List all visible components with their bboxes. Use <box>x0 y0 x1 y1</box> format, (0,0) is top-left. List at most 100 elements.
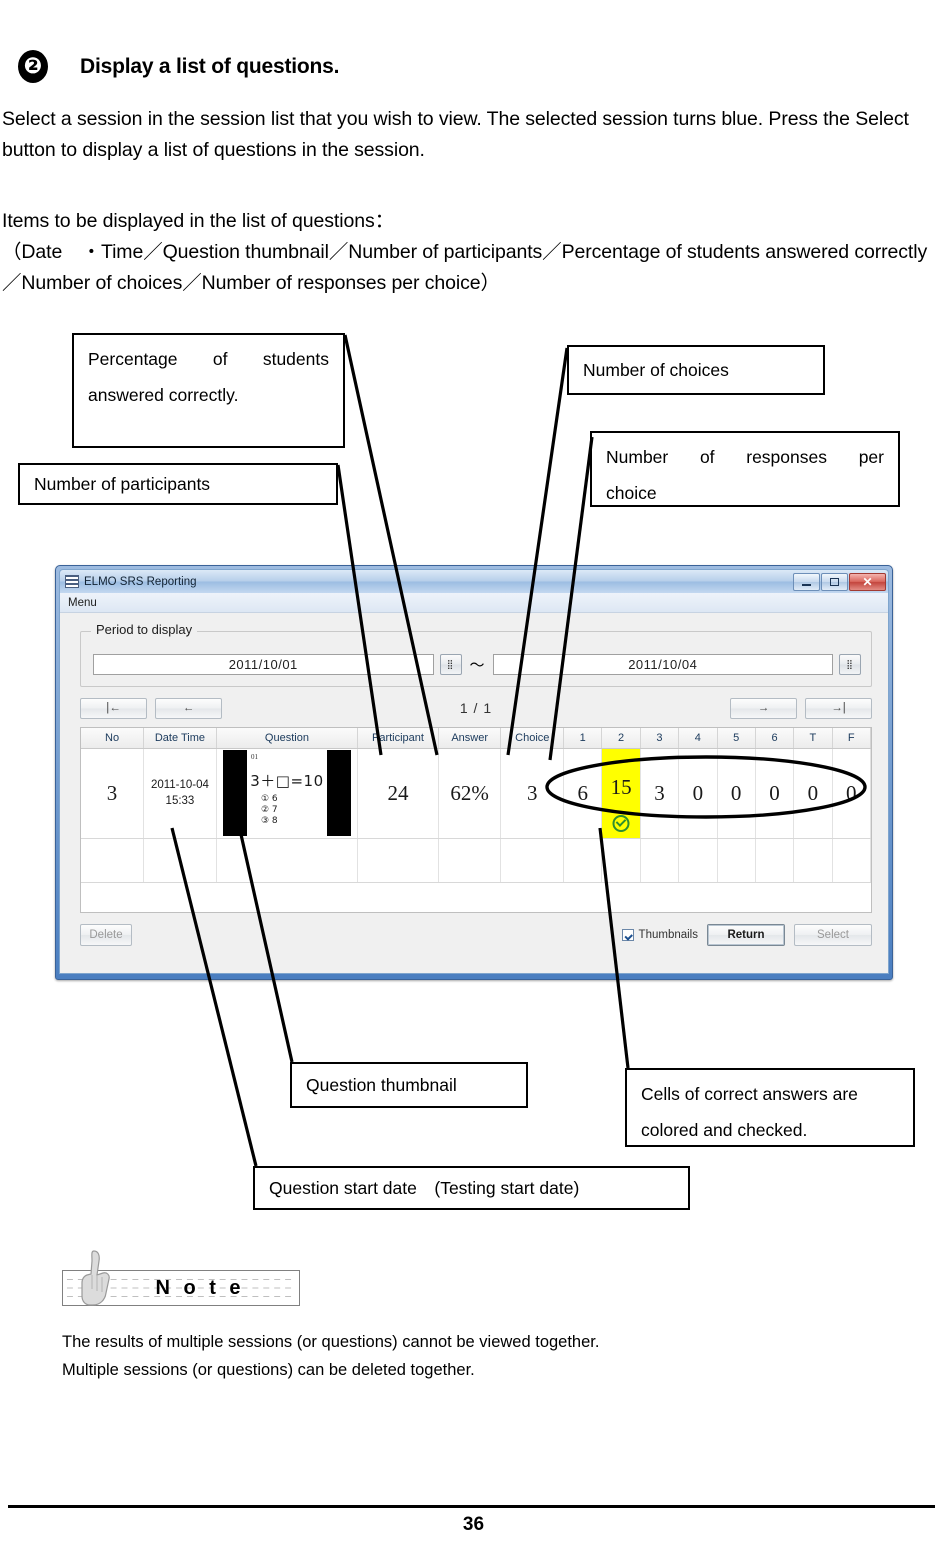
cell-response-false: 0 <box>832 748 872 839</box>
thumbnails-label: Thumbnails <box>638 929 698 941</box>
cell-question-thumbnail: 01 3＋□=10 ① 6 ② 7 ③ 8 <box>216 748 359 839</box>
window-control-buttons: ✕ <box>793 572 886 591</box>
cell-response-5: 0 <box>717 748 756 839</box>
grid-header-cell[interactable]: 1 <box>563 728 603 749</box>
empty-cell <box>357 838 439 883</box>
callout-correct-cells: Cells of correct answers are colored and… <box>625 1068 915 1147</box>
manual-page: ❷ Display a list of questions. Select a … <box>0 0 947 1560</box>
grid-header-cell[interactable]: Participant <box>357 728 439 749</box>
empty-cell <box>143 838 217 883</box>
thumbnails-checkbox-row[interactable]: Thumbnails <box>621 929 698 941</box>
note-line-2: Multiple sessions (or questions) can be … <box>62 1361 475 1379</box>
empty-cell <box>678 838 718 883</box>
start-date-input[interactable]: 2011/10/01 <box>93 654 434 675</box>
callout-cells-line2: colored and checked. <box>641 1120 808 1140</box>
empty-cell <box>755 838 795 883</box>
app-window: ELMO SRS Reporting ✕ Menu Period to disp… <box>55 565 893 980</box>
note-line-1: The results of multiple sessions (or que… <box>62 1333 600 1351</box>
select-button[interactable]: Select <box>794 924 872 946</box>
grid-header-cell[interactable]: 2 <box>601 728 641 749</box>
callout-percentage-correct: Percentage of students answered correctl… <box>72 333 345 448</box>
grid-header-row: No Date Time Question Participant Answer… <box>81 728 872 749</box>
empty-cell <box>601 838 641 883</box>
grid-header-cell[interactable]: 5 <box>717 728 756 749</box>
menu-item-menu[interactable]: Menu <box>68 597 97 609</box>
intro-paragraph-1: Select a session in the session list tha… <box>2 108 909 161</box>
grid-header-cell[interactable]: Choice <box>500 728 565 749</box>
callout-responses-per-choice: Number of responses per choice <box>590 431 900 507</box>
grid-header-cell[interactable]: 6 <box>755 728 795 749</box>
empty-cell <box>640 838 680 883</box>
thumbnail-option: ① 6 <box>260 794 278 804</box>
cell-choice-count: 3 <box>500 748 565 839</box>
callout-question-start-date: Question start date (Testing start date) <box>253 1166 690 1210</box>
cell-response-2-correct: 15 <box>601 748 641 839</box>
period-fieldset: Period to display 2011/10/01 ⣿ 〜 2011/10… <box>80 622 872 687</box>
empty-cell <box>832 838 872 883</box>
thumbnail-mark: 01 <box>250 753 258 761</box>
thumbnail-content: 01 3＋□=10 ① 6 ② 7 ③ 8 <box>246 750 327 836</box>
grid-header-cell[interactable]: No <box>81 728 145 749</box>
page-indicator: 1 / 1 <box>459 700 493 716</box>
table-row-empty <box>81 838 872 883</box>
grid-header-cell[interactable]: 4 <box>678 728 718 749</box>
table-row[interactable]: 3 2011-10-04 15:33 01 3＋□=10 ① 6 ② 7 ③ 8… <box>81 748 872 839</box>
end-date-input[interactable]: 2011/10/04 <box>492 654 834 675</box>
pointing-hand-icon <box>81 1250 110 1306</box>
empty-cell <box>216 838 359 883</box>
callout-cells-line1: Cells of correct answers are <box>641 1084 858 1104</box>
empty-cell <box>717 838 756 883</box>
thumbnail-option: ③ 8 <box>260 816 278 826</box>
grid-header-cell[interactable]: Question <box>216 728 359 749</box>
questions-grid[interactable]: No Date Time Question Participant Answer… <box>80 727 872 913</box>
end-date-picker-icon[interactable]: ⣿ <box>839 654 862 675</box>
app-icon <box>65 575 79 588</box>
period-date-row: 2011/10/01 ⣿ 〜 2011/10/04 ⣿ <box>93 654 862 675</box>
date-range-separator: 〜 <box>469 657 485 674</box>
window-bottom-bar: Delete Thumbnails Return Select <box>80 923 872 947</box>
start-date-picker-icon[interactable]: ⣿ <box>439 654 462 675</box>
cell-response-value: 15 <box>610 774 632 799</box>
pager-row: |← ← 1 / 1 → →| <box>80 697 872 719</box>
minimize-icon[interactable] <box>793 572 820 591</box>
delete-button[interactable]: Delete <box>80 924 132 946</box>
empty-cell <box>563 838 603 883</box>
cell-answer-percent: 62% <box>438 748 502 839</box>
cell-time: 15:33 <box>165 795 195 807</box>
check-icon <box>612 814 630 832</box>
callout-participants: Number of participants <box>18 463 338 505</box>
empty-cell <box>500 838 565 883</box>
empty-cell <box>81 838 145 883</box>
footer-divider <box>8 1505 935 1508</box>
grid-header-cell[interactable]: Answer <box>438 728 502 749</box>
window-titlebar[interactable]: ELMO SRS Reporting ✕ <box>59 569 889 593</box>
window-body: Menu Period to display 2011/10/01 ⣿ 〜 20… <box>59 593 889 974</box>
grid-header-cell[interactable]: F <box>832 728 872 749</box>
intro-paragraph-2: Items to be displayed in the list of que… <box>2 210 928 294</box>
cell-no: 3 <box>81 748 145 839</box>
cell-response-4: 0 <box>678 748 718 839</box>
thumbnail-left-bar <box>222 750 247 836</box>
cell-response-6: 0 <box>755 748 795 839</box>
callout-question-thumbnail: Question thumbnail <box>290 1062 528 1108</box>
return-button[interactable]: Return <box>707 924 785 946</box>
grid-header-cell[interactable]: T <box>793 728 833 749</box>
thumbnails-checkbox[interactable] <box>621 929 634 941</box>
grid-header-cell[interactable]: Date Time <box>143 728 217 749</box>
page-number: 36 <box>462 1514 485 1535</box>
period-legend: Period to display <box>91 622 198 637</box>
note-box: N o t e <box>62 1250 300 1306</box>
cell-response-true: 0 <box>793 748 833 839</box>
callout-number-of-choices: Number of choices <box>567 345 825 395</box>
callout-responses-line1: Number of responses per <box>606 447 884 467</box>
bottom-right-group: Thumbnails Return Select <box>621 924 872 946</box>
close-icon[interactable]: ✕ <box>849 572 886 591</box>
cell-date-time: 2011-10-04 15:33 <box>143 748 217 839</box>
step-number-badge: ❷ <box>18 50 48 83</box>
window-title: ELMO SRS Reporting <box>84 575 197 588</box>
maximize-icon[interactable] <box>821 572 848 591</box>
note-label: N o t e <box>155 1276 245 1299</box>
callout-percentage-line2: answered correctly. <box>88 385 239 405</box>
grid-header-cell[interactable]: 3 <box>640 728 680 749</box>
step-heading: ❷ Display a list of questions. <box>18 50 339 83</box>
